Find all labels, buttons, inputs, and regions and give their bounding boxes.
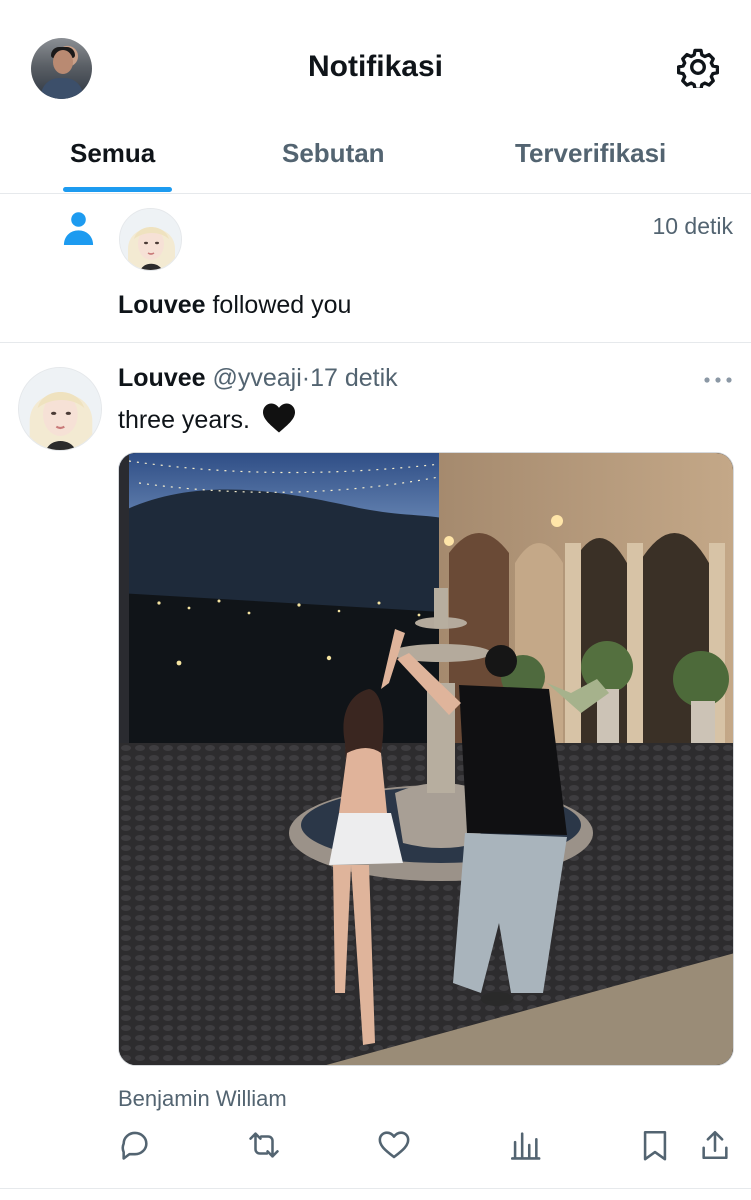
tab-semua[interactable]: Semua [70, 138, 155, 169]
tweet-photo[interactable] [118, 452, 734, 1066]
follower-avatar[interactable] [119, 208, 182, 271]
follower-avatar-image [120, 209, 181, 270]
notification-time: 10 detik [652, 213, 733, 239]
photo-caption[interactable]: Benjamin William [118, 1086, 287, 1112]
tweet-author-avatar[interactable] [18, 367, 102, 451]
tweet-author-handle[interactable]: @yveaji [212, 364, 301, 392]
page-title: Notifikasi [307, 50, 444, 83]
views-icon[interactable] [508, 1128, 542, 1162]
notification-user[interactable]: Louvee [118, 291, 206, 319]
notification-action: followed you [205, 291, 352, 319]
tweet-time: 17 detik [310, 364, 398, 392]
tab-terverifikasi[interactable]: Terverifikasi [515, 138, 666, 169]
share-icon[interactable] [698, 1128, 732, 1162]
divider [0, 1188, 751, 1189]
tab-sebutan[interactable]: Sebutan [282, 138, 385, 169]
tweet-text-body: three years. [118, 406, 251, 434]
like-icon[interactable] [377, 1128, 411, 1162]
top-bar: Notifikasi [0, 0, 751, 136]
tweet-author-name[interactable]: Louvee [118, 364, 206, 392]
tweet-photo-image [119, 453, 733, 1065]
active-tab-indicator [63, 187, 172, 192]
gear-icon[interactable] [677, 46, 719, 88]
follow-notification[interactable]: 10 detik Louvee followed you [0, 195, 751, 343]
tweet-actions [0, 1128, 751, 1172]
more-options-icon[interactable] [703, 376, 733, 384]
tweet-text: three years. [118, 402, 297, 435]
person-icon [63, 212, 94, 245]
tab-bar: Semua Sebutan Terverifikasi [0, 130, 751, 194]
bookmark-icon[interactable] [638, 1128, 672, 1162]
tweet-header: Louvee @yveaji·17 detik [118, 364, 398, 393]
black-heart-icon [262, 403, 295, 433]
tweet[interactable]: Louvee @yveaji·17 detik three years. Ben… [0, 344, 751, 1200]
separator-dot: · [301, 364, 311, 392]
retweet-icon[interactable] [247, 1128, 281, 1162]
reply-icon[interactable] [118, 1128, 152, 1162]
notification-text: Louvee followed you [118, 291, 351, 320]
tweet-author-avatar-image [19, 368, 101, 450]
